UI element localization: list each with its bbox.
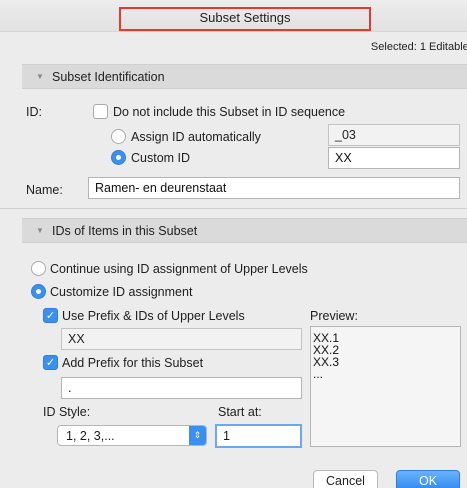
subset-prefix-field[interactable]: .	[61, 377, 302, 399]
use-upper-prefix-label: Use Prefix & IDs of Upper Levels	[62, 309, 245, 323]
customize-id-label: Customize ID assignment	[50, 285, 193, 299]
ids-of-items-header[interactable]: ▼ IDs of Items in this Subset	[22, 218, 467, 243]
id-style-select[interactable]: 1, 2, 3,... ⇕	[57, 425, 207, 446]
add-subset-prefix-label: Add Prefix for this Subset	[62, 356, 204, 370]
customize-id-radio[interactable]	[31, 284, 46, 299]
start-at-field[interactable]: 1	[215, 424, 302, 448]
selected-editable-info: Selected: 1 Editable: 1	[370, 41, 467, 53]
exclude-from-sequence-checkbox[interactable]	[93, 104, 108, 119]
add-subset-prefix-checkbox[interactable]: ✓	[43, 355, 58, 370]
start-at-label: Start at:	[218, 405, 262, 419]
section-title: IDs of Items in this Subset	[52, 224, 198, 238]
id-style-value: 1, 2, 3,...	[66, 429, 115, 443]
custom-id-field[interactable]: XX	[328, 147, 460, 169]
use-upper-prefix-checkbox[interactable]: ✓	[43, 308, 58, 323]
cancel-button[interactable]: Cancel	[313, 470, 378, 488]
subset-identification-header[interactable]: ▼ Subset Identification	[22, 64, 467, 89]
section-divider	[0, 208, 467, 209]
ok-button[interactable]: OK	[396, 470, 460, 488]
name-label: Name:	[26, 183, 63, 197]
assign-auto-radio[interactable]	[111, 129, 126, 144]
select-stepper-icon: ⇕	[189, 426, 206, 445]
disclosure-triangle-icon: ▼	[36, 226, 44, 235]
upper-prefix-field: XX	[61, 328, 302, 350]
exclude-from-sequence-label: Do not include this Subset in ID sequenc…	[113, 105, 346, 119]
disclosure-triangle-icon: ▼	[36, 72, 44, 81]
assign-auto-label: Assign ID automatically	[131, 130, 261, 144]
continue-upper-levels-label: Continue using ID assignment of Upper Le…	[50, 262, 308, 276]
preview-line: ...	[313, 367, 324, 381]
custom-id-radio[interactable]	[111, 150, 126, 165]
preview-label: Preview:	[310, 309, 358, 323]
id-style-label: ID Style:	[43, 405, 91, 419]
preview-box: XX.1 XX.2 XX.3 ...	[310, 326, 461, 447]
custom-id-label: Custom ID	[131, 151, 191, 165]
name-field[interactable]: Ramen- en deurenstaat	[88, 177, 460, 199]
continue-upper-levels-radio[interactable]	[31, 261, 46, 276]
section-title: Subset Identification	[52, 70, 165, 84]
id-label: ID:	[26, 105, 42, 119]
window-title: Subset Settings	[199, 10, 291, 25]
auto-id-field: _03	[328, 124, 460, 146]
